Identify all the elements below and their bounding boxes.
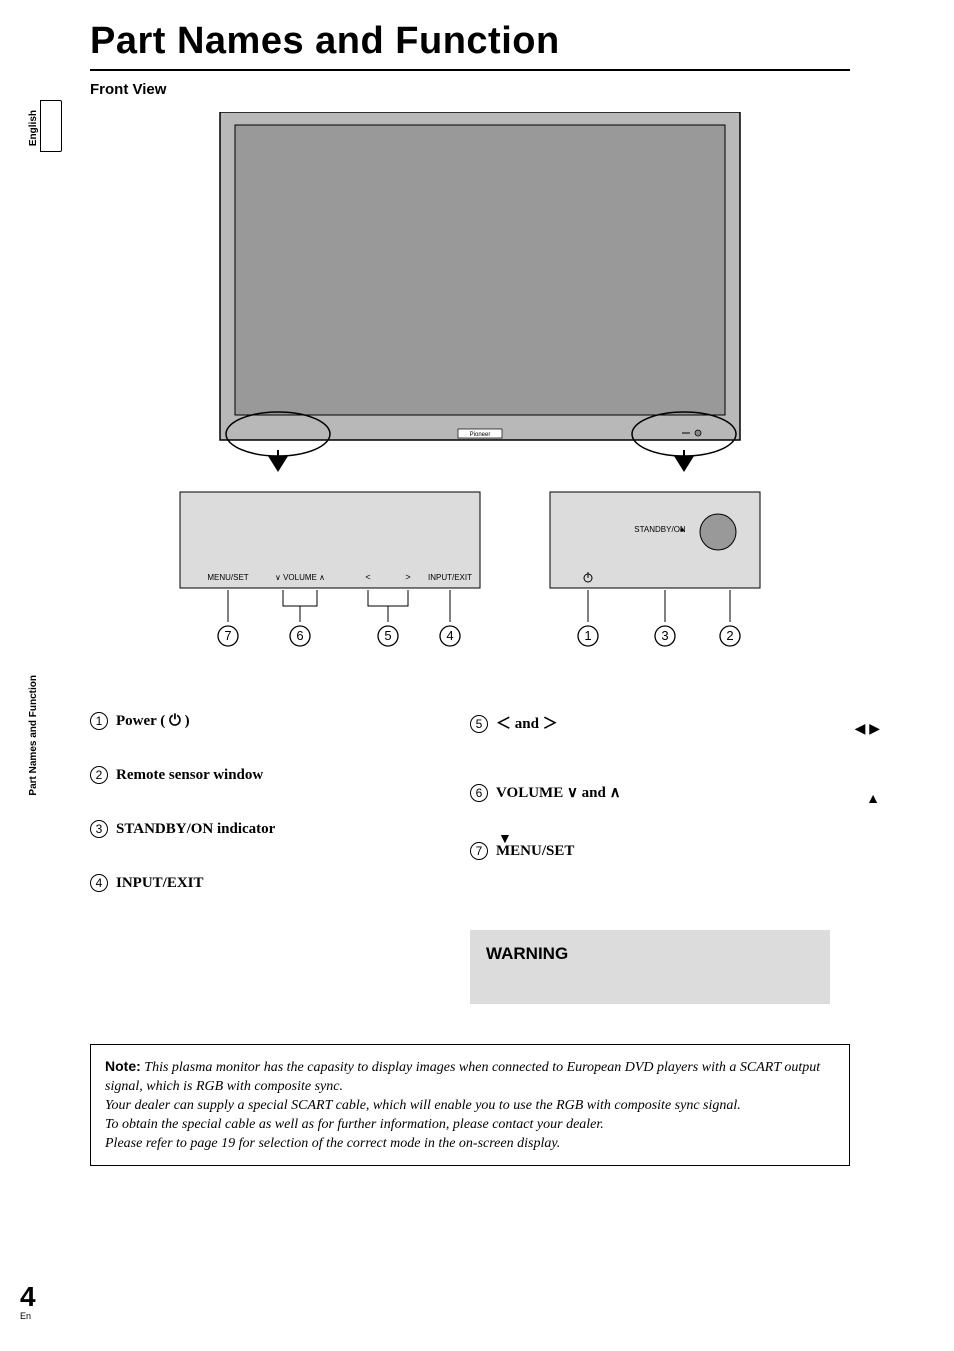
item-label: VOLUME ∨ and ∧ (496, 783, 830, 802)
left-column: 1 Power ( ⏻ ) 2 Remote sensor window 3 S… (90, 712, 470, 1004)
item-label: Power ( ⏻ ) (116, 712, 450, 730)
item-4: 4 INPUT/EXIT (90, 874, 450, 892)
svg-text:<: < (365, 572, 370, 582)
svg-text:2: 2 (726, 628, 733, 643)
main-content: Part Names and Function Front View Pione… (90, 20, 850, 1166)
circled-number: 2 (90, 766, 108, 784)
item-label: STANDBY/ON indicator (116, 821, 450, 838)
side-tabs: English Part Names and Function (20, 0, 60, 1000)
item-1: 1 Power ( ⏻ ) (90, 712, 450, 730)
front-view-diagram: Pioneer MENU/SET ∨ VOLUME ∧ < > INPUT/EX… (100, 112, 840, 672)
svg-text:4: 4 (446, 628, 453, 643)
circled-number: 3 (90, 820, 108, 838)
tab-box-english (40, 100, 62, 152)
circled-number: 1 (90, 712, 108, 730)
item-label: INPUT/EXIT (116, 875, 450, 892)
note-line-3: To obtain the special cable as well as f… (105, 1117, 604, 1132)
item-label: Remote sensor window (116, 767, 450, 784)
item-columns: 1 Power ( ⏻ ) 2 Remote sensor window 3 S… (90, 712, 850, 1004)
panel-volume: ∨ VOLUME ∧ (275, 573, 325, 582)
item-6: 6 VOLUME ∨ and ∧ (470, 783, 830, 802)
svg-text:3: 3 (661, 628, 668, 643)
note-label: Note: (105, 1058, 141, 1074)
up-arrow-icon: ▲ (866, 790, 880, 806)
svg-text:1: 1 (584, 628, 591, 643)
page-lang-code: En (20, 1311, 36, 1321)
panel-standby: STANDBY/ON (634, 525, 686, 534)
svg-text:5: 5 (384, 628, 391, 643)
note-box: Note: This plasma monitor has the capasi… (90, 1044, 850, 1166)
right-column: 5 ＜ and ＞ 6 VOLUME ∨ and ∧ 7 MENU/SET ◀ … (470, 712, 850, 1004)
svg-text:6: 6 (296, 628, 303, 643)
item-5: 5 ＜ and ＞ (470, 712, 830, 733)
brand-label: Pioneer (470, 432, 491, 438)
warning-heading: WARNING (486, 944, 814, 964)
note-line-4: Please refer to page 19 for selection of… (105, 1136, 560, 1151)
circled-number: 7 (470, 842, 488, 860)
item-label: MENU/SET (496, 843, 830, 860)
item-3: 3 STANDBY/ON indicator (90, 820, 450, 838)
page-number-value: 4 (20, 1283, 36, 1311)
left-right-icon: ◀ ▶ (855, 720, 880, 737)
subheading: Front View (90, 81, 850, 98)
page-title: Part Names and Function (90, 20, 850, 63)
svg-text:7: 7 (224, 628, 231, 643)
circled-number: 4 (90, 874, 108, 892)
note-line-2: Your dealer can supply a special SCART c… (105, 1098, 741, 1113)
item-2: 2 Remote sensor window (90, 766, 450, 784)
note-line-1: This plasma monitor has the capasity to … (105, 1060, 820, 1094)
tab-section: Part Names and Function (28, 675, 39, 796)
svg-text:>: > (405, 572, 410, 582)
item-7: 7 MENU/SET (470, 842, 830, 860)
item-label: ＜ and ＞ (496, 712, 830, 733)
title-rule (90, 69, 850, 71)
warning-box: WARNING (470, 930, 830, 1004)
panel-input-exit: INPUT/EXIT (428, 573, 472, 582)
circled-number: 6 (470, 784, 488, 802)
panel-menu-set: MENU/SET (207, 573, 248, 582)
tab-english: English (28, 110, 39, 146)
page-number: 4 En (20, 1283, 36, 1321)
circled-number: 5 (470, 715, 488, 733)
down-arrow-icon: ▼ (498, 830, 512, 846)
